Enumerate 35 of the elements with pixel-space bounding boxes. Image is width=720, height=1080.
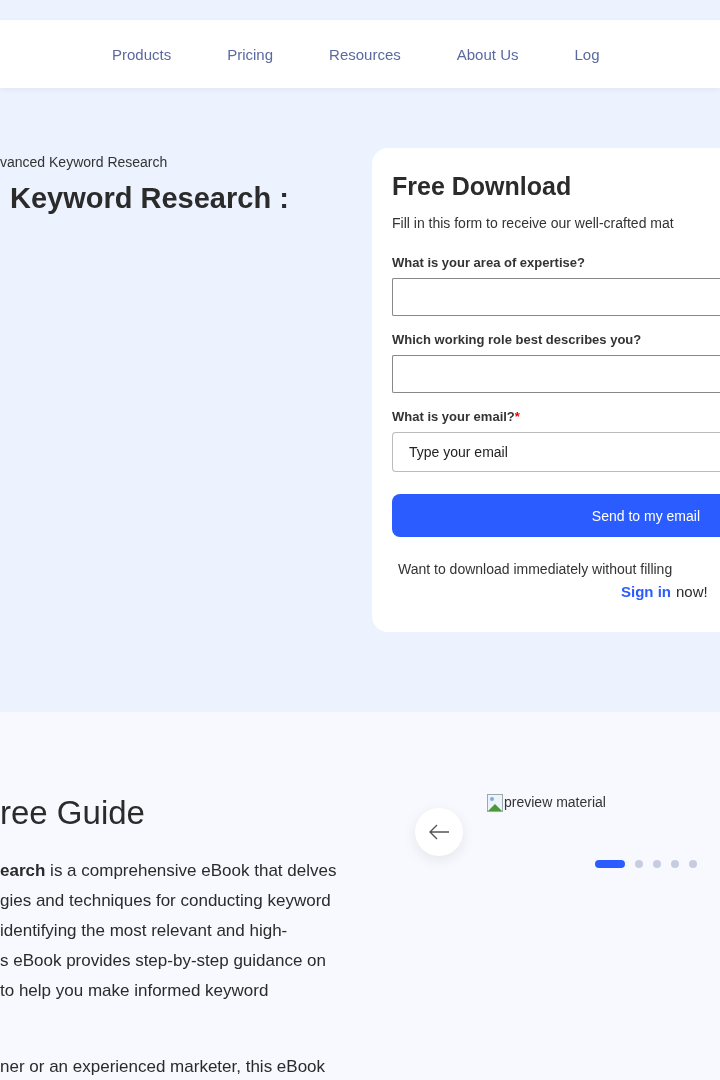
hero-title: Keyword Research : bbox=[10, 182, 290, 215]
field-label: What is your email?* bbox=[392, 409, 521, 424]
input-field[interactable] bbox=[392, 355, 720, 393]
nav-link[interactable]: About Us bbox=[456, 45, 519, 63]
field-label: What is your area of expertise? bbox=[392, 255, 586, 270]
nav-link[interactable]: Pricing bbox=[227, 45, 274, 63]
nav-link[interactable]: Resources bbox=[329, 45, 401, 63]
paragraph-line: gies and techniques for conducting keyword bbox=[0, 890, 332, 912]
form-intro: Fill in this form to receive our well-crafted mat bbox=[392, 215, 675, 231]
paragraph-line: ner or an experienced marketer, this eBook bbox=[0, 1056, 327, 1078]
nav-link[interactable]: Log bbox=[574, 45, 600, 63]
send-button[interactable]: Send to my email bbox=[392, 494, 720, 537]
form-title: Free Download bbox=[392, 172, 573, 201]
paragraph-line: earch is a comprehensive eBook that delves bbox=[0, 860, 338, 882]
nav-link[interactable]: Products bbox=[112, 45, 172, 63]
input-field[interactable]: Type your email bbox=[392, 432, 720, 472]
field-label: Which working role best describes you? bbox=[392, 332, 643, 347]
paragraph-line: identifying the most relevant and high- bbox=[0, 920, 289, 942]
carousel-dot[interactable] bbox=[671, 860, 679, 868]
carousel-dot[interactable] bbox=[635, 860, 643, 868]
image-alt-text: preview material bbox=[504, 794, 606, 810]
sign-in-link[interactable]: Sign in bbox=[621, 583, 671, 600]
broken-image-icon bbox=[487, 794, 503, 812]
form-footer-text: Want to download immediately without filling bbox=[398, 561, 674, 577]
previous-button[interactable] bbox=[415, 808, 463, 856]
paragraph-line: s eBook provides step-by-step guidance on bbox=[0, 950, 328, 972]
carousel-dot[interactable] bbox=[689, 860, 697, 868]
footer-suffix: now! bbox=[676, 583, 708, 600]
left-arrow-icon bbox=[428, 824, 450, 840]
breadcrumb: vanced Keyword Research bbox=[0, 154, 169, 170]
input-field[interactable] bbox=[392, 278, 720, 316]
paragraph-line: to help you make informed keyword bbox=[0, 980, 270, 1002]
guide-title: ree Guide bbox=[0, 794, 146, 832]
required-mark: * bbox=[514, 409, 520, 424]
carousel-dot[interactable] bbox=[653, 860, 661, 868]
